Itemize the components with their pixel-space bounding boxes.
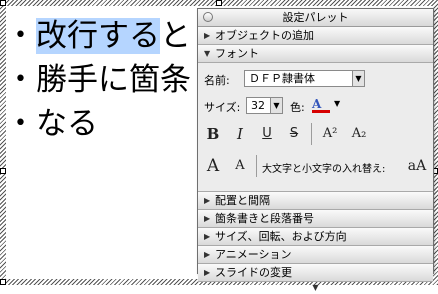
section-label: 配置と間隔	[215, 194, 270, 207]
change-case-label: 大文字と小文字の入れ替え:	[262, 164, 386, 175]
bold-button[interactable]: B	[202, 123, 224, 145]
section-label: サイズ、回転、および方向	[215, 230, 347, 243]
disclosure-right-icon: ▶	[204, 196, 211, 205]
selected-text[interactable]: 改行する	[36, 18, 160, 54]
bullet-item[interactable]: • なる	[14, 102, 191, 146]
formatting-palette: 設定パレット ▶ オブジェクトの追加 ▼ フォント 名前: ＤＦＰ隷書体 ▼ サイズ…	[197, 8, 434, 292]
grow-font-icon[interactable]: A	[202, 155, 224, 177]
italic-button[interactable]: I	[229, 123, 251, 145]
disclosure-right-icon: ▶	[204, 232, 211, 241]
disclosure-down-icon: ▼	[204, 49, 211, 58]
disclosure-right-icon: ▶	[204, 31, 211, 40]
section-object-add[interactable]: ▶ オブジェクトの追加	[198, 27, 433, 45]
resize-handle-bottom-left[interactable]	[0, 279, 6, 285]
resize-handle-top-left[interactable]	[0, 0, 6, 6]
bullet-text[interactable]: 勝手に箇条	[36, 58, 191, 102]
resize-handle-top-middle[interactable]	[216, 0, 222, 6]
toolbar-divider	[311, 123, 312, 145]
bullet-marker: •	[14, 111, 27, 136]
bullet-item[interactable]: • 改行すると	[14, 14, 191, 58]
shrink-font-icon[interactable]: A	[229, 155, 251, 177]
disclosure-right-icon: ▶	[204, 250, 211, 259]
font-name-value: ＤＦＰ隷書体	[249, 72, 315, 85]
disclosure-right-icon: ▶	[204, 214, 211, 223]
section-animation[interactable]: ▶ アニメーション	[198, 246, 433, 264]
subscript-button[interactable]: A₂	[348, 123, 370, 145]
font-color-label: 色:	[290, 101, 305, 114]
section-slide-change[interactable]: ▶ スライドの変更	[198, 264, 433, 282]
section-label: 箇条書きと段落番号	[215, 212, 314, 225]
chevron-down-icon: ▼	[352, 71, 364, 86]
section-label: フォント	[215, 47, 259, 60]
toolbar-divider	[256, 155, 257, 177]
font-size-label: サイズ:	[204, 101, 241, 114]
font-color-button[interactable]: A	[312, 97, 330, 113]
bullet-item[interactable]: • 勝手に箇条	[14, 58, 191, 102]
close-icon[interactable]	[203, 12, 213, 22]
section-alignment[interactable]: ▶ 配置と間隔	[198, 192, 433, 210]
bullet-marker: •	[14, 67, 27, 92]
font-color-icon: A	[312, 97, 322, 111]
section-label: オブジェクトの追加	[215, 29, 314, 42]
font-size-value: 32	[251, 99, 265, 112]
chevron-down-icon: ▼	[270, 98, 282, 113]
section-bullets[interactable]: ▶ 箇条書きと段落番号	[198, 210, 433, 228]
bullet-text[interactable]: なる	[36, 102, 98, 146]
palette-title-bar[interactable]: 設定パレット	[198, 9, 433, 27]
superscript-button[interactable]: A²	[319, 123, 341, 145]
font-name-label: 名前:	[204, 74, 230, 87]
scroll-down-icon[interactable]: ▼	[198, 282, 433, 294]
section-size-rotate[interactable]: ▶ サイズ、回転、および方向	[198, 228, 433, 246]
section-label: スライドの変更	[215, 266, 292, 279]
section-label: アニメーション	[215, 248, 292, 261]
shadow-button[interactable]: S	[283, 123, 305, 145]
bullet-text[interactable]: と	[160, 18, 191, 54]
font-size-select[interactable]: 32 ▼	[246, 97, 283, 114]
chevron-down-icon[interactable]: ▼	[334, 99, 340, 108]
bullet-marker: •	[14, 23, 27, 48]
font-name-select[interactable]: ＤＦＰ隷書体 ▼	[244, 70, 365, 87]
bullet-list[interactable]: • 改行すると • 勝手に箇条 • なる	[14, 14, 191, 146]
section-font[interactable]: ▼ フォント	[198, 45, 433, 63]
underline-button[interactable]: U	[256, 123, 278, 145]
font-panel: 名前: ＤＦＰ隷書体 ▼ サイズ: 32 ▼ 色: A ▼ B I U S A²…	[198, 63, 433, 192]
change-case-button[interactable]: aA	[406, 155, 428, 177]
resize-handle-left-middle[interactable]	[0, 168, 6, 174]
palette-title: 設定パレット	[282, 11, 349, 24]
disclosure-right-icon: ▶	[204, 268, 211, 277]
